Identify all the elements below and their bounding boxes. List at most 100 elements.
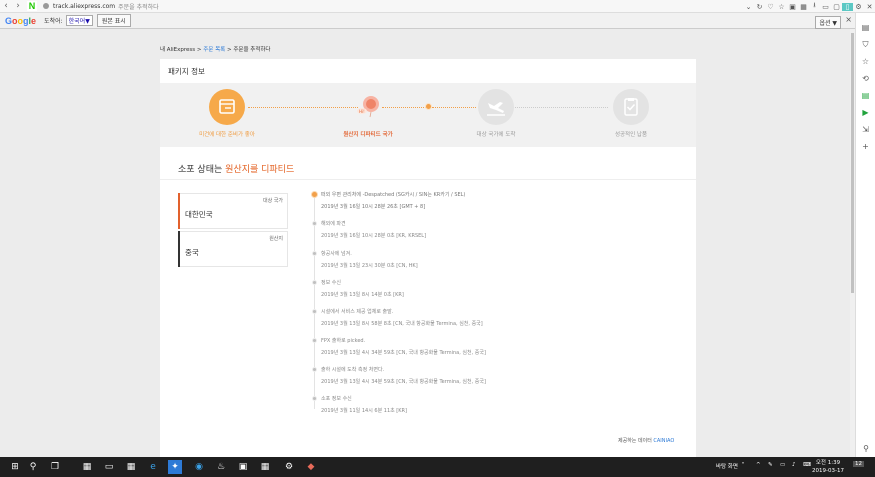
target-language-select[interactable]: 한국어▼ (65, 15, 93, 26)
translate-options-button[interactable]: 옵션 ▼ (815, 16, 841, 29)
shield-icon[interactable]: ⛉ (856, 36, 875, 53)
media-app-icon[interactable]: ▣ (236, 460, 250, 474)
provider-brand-link[interactable]: CAINIAO (653, 438, 674, 444)
download-icon[interactable]: ⭳ (809, 1, 820, 12)
event-description: 소포 정보 수신 (321, 396, 352, 402)
breadcrumb-root[interactable]: 내 AliExpress (160, 47, 195, 53)
breadcrumb: 내 AliExpress > 주문 목록 > 주문을 추적하다 (160, 45, 271, 53)
bookmark-star-icon[interactable]: ☆ (776, 3, 787, 11)
browser-toolbar: ‹ › N track.aliexpress.com 주문을 추적하다 ⌄ ↻ … (0, 0, 875, 13)
balloon-icon: Hi! (350, 89, 386, 125)
status-prefix: 소포 상태는 (178, 165, 223, 175)
event-time: 2019년 3월 13일 4시 34분 59초 [CN, 국내 항공화물 Ter… (321, 350, 486, 356)
timeline-line (314, 195, 315, 409)
sidebar-toggle-icon[interactable]: ▯ (842, 2, 853, 11)
arrow-icon[interactable]: ⇲ (856, 121, 875, 138)
search-icon[interactable]: ⚲ (26, 460, 40, 474)
close-icon[interactable]: × (845, 15, 852, 24)
pen-icon[interactable]: ✎ (768, 462, 773, 468)
reload-icon[interactable]: ↻ (754, 3, 765, 11)
package-info-card: 패키지 정보 미건에 대한 준비가 좋아 Hi! 원산지 디파티드 국가 대상 … (160, 59, 696, 457)
document-icon[interactable]: ▤ (856, 87, 875, 104)
timeline-dot (312, 221, 317, 226)
card-title: 패키지 정보 (168, 67, 205, 76)
plus-icon[interactable]: + (856, 138, 875, 155)
progress-step-delivered: 성공적인 납품 (591, 89, 671, 138)
progress-step-label: 원산지 디파티드 국가 (343, 132, 393, 138)
airplane-landing-icon (478, 89, 514, 125)
history-icon[interactable]: ⟲ (856, 70, 875, 87)
event-description: 해외에 파견 (321, 221, 346, 227)
event-time: 2019년 3월 13일 4시 34분 59초 [CN, 국내 항공화물 Ter… (321, 379, 486, 385)
bird-app-icon[interactable]: ✦ (168, 460, 182, 474)
event-description: 정보 수신 (321, 280, 341, 286)
extension-icon[interactable]: ▣ (787, 3, 798, 11)
menu-icon[interactable]: ⚙ (853, 3, 864, 11)
breadcrumb-orders-link[interactable]: 주문 목록 (203, 47, 225, 53)
provider-label: 제공하는 데이터 (618, 438, 652, 444)
forward-icon[interactable]: › (12, 0, 24, 13)
breadcrumb-current: 주문을 추적하다 (233, 47, 271, 53)
chevron-down-icon[interactable]: ⌄ (743, 3, 754, 11)
event-description: 출하 시설에 도착 측정 처면다. (321, 367, 385, 373)
window-close-icon[interactable]: ✕ (864, 3, 875, 11)
desktop-label[interactable]: 바탕 화면 (716, 462, 738, 470)
page-content: 내 AliExpress > 주문 목록 > 주문을 추적하다 패키지 정보 미… (0, 29, 850, 457)
tray-chevron-icon[interactable]: ^ (756, 462, 761, 468)
country-name: 대한민국 (185, 210, 213, 219)
progress-step-arrived: 대상 국가에 도착 (456, 89, 536, 138)
timeline-dot (312, 396, 317, 401)
progress-step-prepared: 미건에 대한 준비가 좋아 (187, 89, 267, 138)
origin-country-box: 원산지 중국 (178, 231, 288, 267)
notification-badge[interactable]: 12 (853, 461, 864, 467)
steam-icon[interactable]: ♨ (214, 460, 228, 474)
flag-icon[interactable]: ▦ (798, 3, 809, 11)
task-view-icon[interactable]: ❐ (48, 460, 62, 474)
naver-icon[interactable]: N (27, 1, 37, 11)
back-icon[interactable]: ‹ (0, 0, 12, 13)
window-icon[interactable]: ▢ (831, 3, 842, 11)
app-icon[interactable]: ▦ (124, 460, 138, 474)
breadcrumb-separator: > (226, 47, 232, 53)
keyboard-icon[interactable]: ⌨ (803, 462, 811, 468)
event-time: 2019년 3월 11일 14시 6분 11초 [KR] (321, 408, 407, 414)
calculator-icon[interactable]: ▦ (258, 460, 272, 474)
pin-icon[interactable]: ⚲ (856, 440, 875, 457)
translate-bar: Google 도착어: 한국어▼ 원본 표시 옵션 ▼ × (0, 13, 855, 29)
event-description: 시설에서 서비스 제공 업체로 출발. (321, 309, 394, 315)
address-url: track.aliexpress.com (53, 2, 116, 10)
system-clock[interactable]: 오전 1:39 2019-03-17 (812, 459, 844, 475)
divider (160, 179, 696, 180)
country-accent-bar (178, 231, 180, 267)
tabs-icon[interactable]: ▭ (820, 3, 831, 11)
scrollbar-thumb[interactable] (851, 33, 854, 293)
progress-step-departed: Hi! 원산지 디파티드 국가 (328, 89, 408, 138)
status-value: 원산지를 디파티드 (225, 165, 295, 175)
country-tag: 대상 국가 (263, 198, 283, 204)
bookmarks-icon[interactable]: ▤ (856, 19, 875, 36)
star-icon[interactable]: ☆ (856, 53, 875, 70)
browser-sidebar: ▤ ⛉ ☆ ⟲ ▤ ▶ ⇲ + ⚲ (855, 13, 875, 457)
destination-country-box: 대상 국가 대한민국 (178, 193, 288, 229)
store-icon[interactable]: ▦ (80, 460, 94, 474)
event-time: 2019년 3월 16일 10시 28분 26초 [GMT + 8] (321, 204, 426, 210)
settings-gear-icon[interactable]: ⚙ (282, 460, 296, 474)
location-app-icon[interactable]: ◆ (304, 460, 318, 474)
circle-app-icon[interactable]: ◉ (192, 460, 206, 474)
edge-browser-icon[interactable]: e (146, 460, 160, 474)
heart-icon[interactable]: ♡ (765, 3, 776, 11)
timeline-dot (312, 367, 317, 372)
play-icon[interactable]: ▶ (856, 104, 875, 121)
address-bar[interactable]: track.aliexpress.com 주문을 추적하다 (43, 2, 159, 11)
file-explorer-icon[interactable]: ▭ (102, 460, 116, 474)
volume-icon[interactable]: ♪ (792, 462, 796, 468)
site-favicon-icon (43, 3, 49, 9)
country-name: 중국 (185, 248, 199, 257)
windows-start-icon[interactable]: ⊞ (8, 460, 22, 474)
timeline-dot (311, 191, 318, 198)
progress-step-label: 대상 국가에 도착 (476, 132, 516, 138)
network-icon[interactable]: ▭ (780, 462, 785, 468)
show-original-button[interactable]: 원본 표시 (96, 14, 131, 27)
progress-step-label: 성공적인 납품 (614, 132, 648, 138)
timeline-dot (312, 280, 317, 285)
